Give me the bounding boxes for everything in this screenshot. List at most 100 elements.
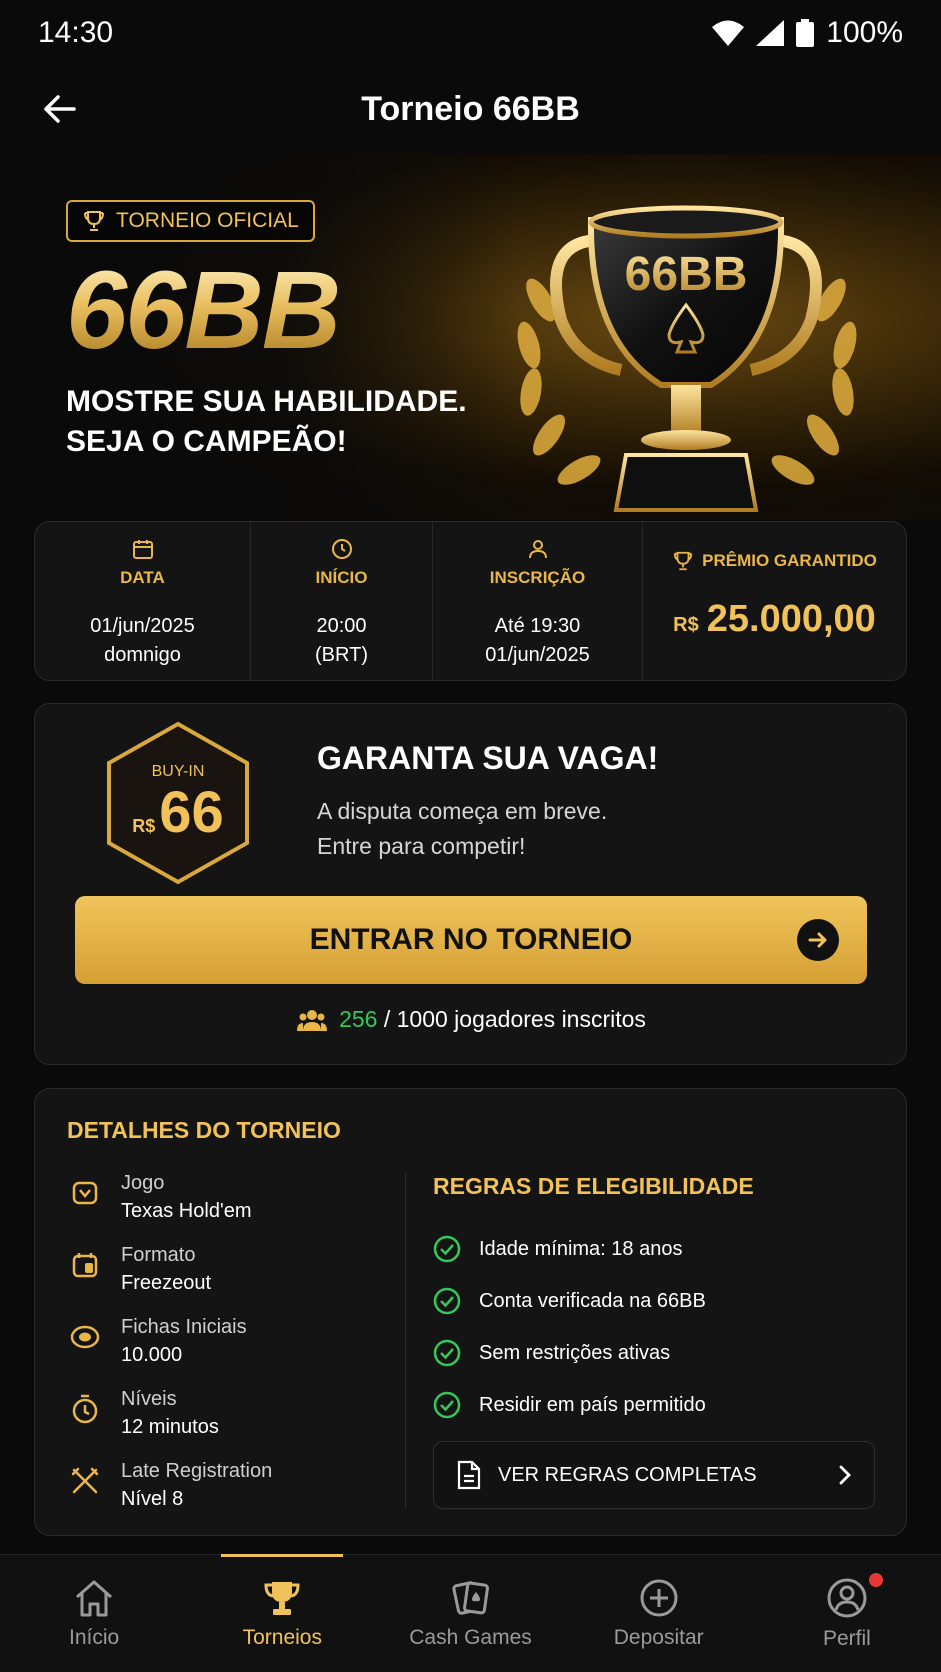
detail-levels: Níveis 12 minutos <box>67 1385 397 1457</box>
detail-chips: Fichas Iniciais 10.000 <box>67 1313 397 1385</box>
status-icons: 100% <box>712 16 903 50</box>
check-circle-icon <box>433 1287 461 1315</box>
detail-levels-value: 12 minutos <box>121 1416 219 1438</box>
details-divider <box>405 1173 406 1509</box>
trophy-illustration: 66BB <box>517 205 857 512</box>
info-registration-label: INSCRIÇÃO <box>489 568 586 587</box>
rule-item: Conta verificada na 66BB <box>433 1275 873 1327</box>
buyin-currency: R$ <box>132 816 156 836</box>
hero-banner: 66BB TORNEIO OFICIAL 66BB MOSTRE SUA HAB… <box>0 154 941 520</box>
battery-icon <box>796 19 815 47</box>
players-count: 256 <box>339 1006 378 1032</box>
nav-label: Cash Games <box>409 1625 532 1649</box>
rules-title: REGRAS DE ELEGIBILIDADE <box>433 1173 754 1199</box>
arrow-left-icon <box>44 95 76 123</box>
details-list: Jogo Texas Hold'em Formato Freezeout Ficha… <box>67 1169 397 1529</box>
cta-subtitle: A disputa começa em breve. Entre para co… <box>317 794 607 864</box>
nav-item-inicio[interactable]: Início <box>0 1555 188 1672</box>
rules-list: Idade mínima: 18 anos Conta verificada n… <box>433 1223 873 1431</box>
trophy-icon <box>84 211 104 231</box>
badge-label: TORNEIO OFICIAL <box>116 209 299 232</box>
rule-item: Residir em país permitido <box>433 1379 873 1431</box>
tournament-details-card: DETALHES DO TORNEIO Jogo Texas Hold'em Fo… <box>34 1088 907 1536</box>
enter-tournament-button[interactable]: ENTRAR NO TORNEIO <box>75 896 867 984</box>
page-title: Torneio 66BB <box>361 89 580 128</box>
status-bar: 14:30 100% <box>0 0 941 66</box>
detail-levels-label: Níveis <box>121 1388 177 1410</box>
players-registered: 256 / 1000 jogadores inscritos <box>35 1006 908 1033</box>
info-date-label: DATA <box>120 568 165 587</box>
check-circle-icon <box>433 1235 461 1263</box>
info-start: INÍCIO 20:00 (BRT) <box>251 522 433 680</box>
official-badge: TORNEIO OFICIAL <box>66 200 315 242</box>
user-icon <box>528 540 547 559</box>
nav-label: Torneios <box>242 1625 322 1649</box>
detail-chips-label: Fichas Iniciais <box>121 1316 247 1338</box>
wifi-icon <box>712 20 745 46</box>
nav-item-depositar[interactable]: Depositar <box>565 1555 753 1672</box>
check-circle-icon <box>433 1339 461 1367</box>
detail-chips-value: 10.000 <box>121 1344 183 1366</box>
cta-title: GARANTA SUA VAGA! <box>317 740 659 776</box>
status-time: 14:30 <box>38 16 114 49</box>
hero-tagline: MOSTRE SUA HABILIDADE. SEJA O CAMPEÃO! <box>66 382 467 462</box>
detail-game: Jogo Texas Hold'em <box>67 1169 397 1241</box>
detail-game-label: Jogo <box>121 1172 165 1194</box>
view-full-rules-label: VER REGRAS COMPLETAS <box>498 1463 757 1486</box>
hero-brand: 66BB <box>66 256 467 366</box>
hero-content: TORNEIO OFICIAL 66BB MOSTRE SUA HABILIDA… <box>66 200 467 462</box>
prize-amount: 25.000,00 <box>706 598 876 640</box>
check-circle-icon <box>433 1391 461 1419</box>
prize-label-row: PRÊMIO GARANTIDO <box>672 550 877 572</box>
arrow-right-circle-icon <box>797 919 839 961</box>
info-prize: PRÊMIO GARANTIDO R$ 25.000,00 <box>643 522 906 680</box>
nav-item-cash-games[interactable]: Cash Games <box>376 1555 564 1672</box>
nav-item-perfil[interactable]: Perfil <box>753 1555 941 1672</box>
detail-late-registration: Late Registration Nível 8 <box>67 1457 397 1529</box>
cta-subtitle-line1: A disputa começa em breve. <box>317 798 608 824</box>
info-registration-line2: 01/jun/2025 <box>485 644 590 666</box>
back-button[interactable] <box>36 86 82 132</box>
enter-tournament-label: ENTRAR NO TORNEIO <box>309 923 633 956</box>
info-date-value: 01/jun/2025 domnigo <box>90 612 195 670</box>
trophy-icon <box>673 551 693 571</box>
detail-late-label: Late Registration <box>121 1460 273 1482</box>
info-date-line2: domnigo <box>104 644 181 666</box>
rule-item: Idade mínima: 18 anos <box>433 1223 873 1275</box>
players-rest: / 1000 jogadores inscritos <box>383 1006 646 1032</box>
profile-icon <box>827 1578 867 1617</box>
buyin-amount: 66 <box>159 780 224 845</box>
home-icon <box>76 1580 113 1616</box>
buyin-badge: BUY-IN R$ 66 <box>103 720 253 886</box>
details-title: DETALHES DO TORNEIO <box>67 1117 341 1143</box>
rule-text: Sem restrições ativas <box>479 1341 671 1364</box>
info-registration-value: Até 19:30 01/jun/2025 <box>485 612 590 670</box>
info-date: DATA 01/jun/2025 domnigo <box>35 522 251 680</box>
detail-format-label: Formato <box>121 1244 196 1266</box>
tournament-info-strip: DATA 01/jun/2025 domnigo INÍCIO 20:00 (B… <box>34 521 907 681</box>
info-registration-line1: Até 19:30 <box>494 615 581 637</box>
info-start-line1: 20:00 <box>316 615 367 637</box>
nav-item-torneios[interactable]: Torneios <box>188 1554 376 1672</box>
detail-format: Formato Freezeout <box>67 1241 397 1313</box>
prize-currency: R$ <box>673 614 699 636</box>
prize-value: R$ 25.000,00 <box>673 598 876 641</box>
clock-icon <box>331 539 352 559</box>
info-registration: INSCRIÇÃO Até 19:30 01/jun/2025 <box>433 522 643 680</box>
users-icon <box>297 1009 328 1031</box>
info-prize-label: PRÊMIO GARANTIDO <box>702 551 877 570</box>
battery-percent: 100% <box>826 16 903 49</box>
chip-icon <box>70 1325 100 1349</box>
rule-text: Idade mínima: 18 anos <box>479 1237 683 1260</box>
trophy-icon <box>264 1581 300 1615</box>
cards-icon <box>451 1580 489 1615</box>
cta-subtitle-line2: Entre para competir! <box>317 833 526 859</box>
nav-label: Início <box>69 1625 120 1649</box>
document-icon <box>457 1460 481 1490</box>
rule-text: Residir em país permitido <box>479 1393 706 1416</box>
buyin-card: BUY-IN R$ 66 GARANTA SUA VAGA! A disputa… <box>34 703 907 1065</box>
view-full-rules-button[interactable]: VER REGRAS COMPLETAS <box>433 1441 875 1509</box>
format-icon <box>72 1253 98 1278</box>
plus-circle-icon <box>640 1579 678 1616</box>
cards-icon <box>72 1181 98 1205</box>
